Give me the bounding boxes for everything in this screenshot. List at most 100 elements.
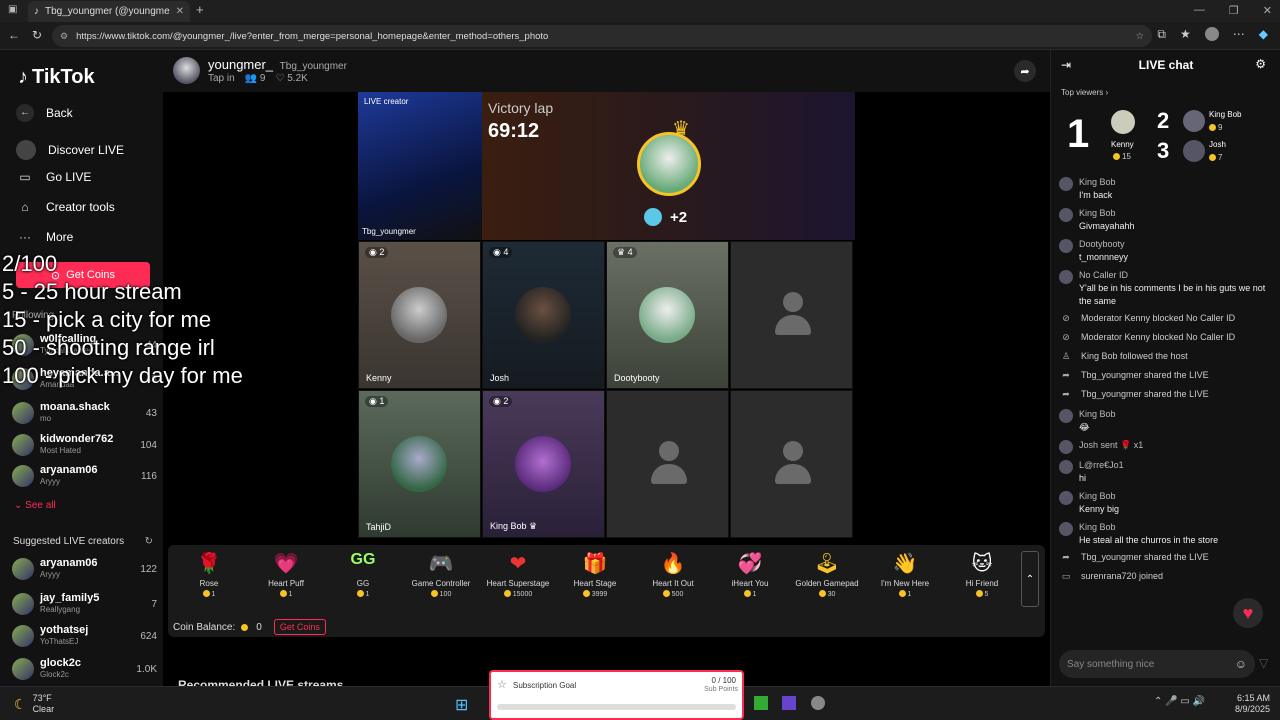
minecraft-icon[interactable] (754, 696, 768, 710)
overlay-line: 5 - 25 hour stream (2, 279, 182, 304)
guest-cell[interactable]: ◉ 2 Kenny (358, 241, 481, 389)
heart-it-out-icon: 🔥 (660, 553, 686, 575)
suggested-item[interactable]: aryanam06 Aryyy 122 (12, 556, 157, 582)
nav-go-live[interactable]: ▭ Go LIVE (16, 170, 91, 184)
chat-message[interactable]: King Bob Kenny big (1059, 490, 1274, 516)
following-item[interactable]: aryanam06 Aryyy 116 (12, 463, 157, 489)
guest-cell[interactable]: ♛ 4 Dootybooty (606, 241, 729, 389)
gift-item[interactable]: 🕹 Golden Gamepad 30 (789, 551, 865, 598)
system-message: ⊘ Moderator Kenny blocked No Caller ID (1059, 332, 1274, 343)
clock[interactable]: 6:15 AM 8/9/2025 (1235, 693, 1270, 715)
nav-discover-live[interactable]: Discover LIVE (16, 140, 124, 160)
gift-item[interactable]: GG GG 1 (325, 551, 401, 598)
site-info-icon[interactable]: ⚙ (60, 31, 68, 42)
copilot-icon[interactable]: ◆ (1259, 27, 1268, 42)
close-window-icon[interactable]: ✕ (1263, 4, 1272, 17)
empty-guest-slot[interactable] (606, 390, 729, 538)
message-text: Y'all be in his comments I be in his gut… (1079, 283, 1266, 306)
gift-item[interactable]: 💞 iHeart You 1 (712, 551, 788, 598)
share-button[interactable]: ➦ (1014, 60, 1036, 82)
gift-price-value: 1 (907, 591, 912, 598)
browser-tab[interactable]: ♪ Tbg_youngmer (@youngmer_... ✕ (28, 1, 190, 22)
refresh-icon[interactable]: ↻ (32, 28, 42, 42)
following-item[interactable]: kidwonder762 Most Hated 104 (12, 432, 157, 458)
app-icon[interactable] (782, 696, 796, 710)
maximize-icon[interactable]: ❐ (1229, 4, 1239, 17)
get-coins-small-button[interactable]: Get Coins (273, 619, 326, 635)
gift-item[interactable]: ❤ Heart Superstage 15000 (480, 551, 556, 598)
tap-in-label[interactable]: Tap in (208, 73, 235, 84)
gift-item[interactable]: 👋 I'm New Here 1 (867, 551, 943, 598)
chat-message[interactable]: King Bob I'm back (1059, 176, 1274, 202)
top-viewer-avatar[interactable] (1111, 110, 1135, 134)
host-name[interactable]: youngmer_ (208, 57, 273, 72)
subscription-goal-widget: ☆ Subscription Goal 0 / 100 Sub Points (489, 670, 744, 720)
chat-settings-icon[interactable]: ⚙ (1255, 57, 1266, 71)
back-arrow-icon[interactable]: ← (8, 28, 20, 42)
emoji-icon[interactable]: ☺ (1235, 657, 1247, 671)
profile-avatar-icon[interactable] (1204, 27, 1219, 41)
gift-item[interactable]: 💗 Heart Puff 1 (248, 551, 324, 598)
gift-item[interactable]: 🎮 Game Controller 100 (403, 551, 479, 598)
see-all-link[interactable]: ⌄ See all (14, 500, 56, 511)
chat-message[interactable]: King Bob He steal all the churros in the … (1059, 521, 1274, 547)
chat-message[interactable]: L@rre€Jo1 hi (1059, 459, 1274, 485)
gift-message[interactable]: Josh sent 🌹 x1 (1059, 439, 1274, 454)
send-icon[interactable]: ▽ (1259, 656, 1268, 670)
gift-price: 1 (867, 590, 943, 598)
chat-message[interactable]: Dootybooty t_monnneyy (1059, 238, 1274, 264)
weather-widget[interactable]: ☾ 73°F Clear (14, 693, 54, 715)
chat-message[interactable]: No Caller ID Y'all be in his comments I b… (1059, 269, 1274, 308)
tiktok-logo[interactable]: ♪ TikTok (18, 66, 95, 89)
system-message: ⊘ Moderator Kenny blocked No Caller ID (1059, 313, 1274, 324)
user-sub: mo (40, 414, 52, 423)
rose-icon: 🌹 (196, 553, 222, 575)
extensions-icon[interactable]: ⧉ (1157, 27, 1166, 42)
chrome-icon[interactable] (811, 696, 825, 710)
url-field[interactable]: ⚙ https://www.tiktok.com/@youngmer_/live… (52, 25, 1152, 47)
top-viewer-avatar[interactable] (1183, 110, 1205, 132)
refresh-suggested-icon[interactable]: ↻ (145, 536, 153, 547)
subscription-title: Subscription Goal (513, 681, 577, 690)
avatar (1059, 440, 1073, 454)
empty-guest-slot[interactable] (730, 241, 853, 389)
system-text: Moderator Kenny blocked No Caller ID (1081, 313, 1236, 323)
gift-price-value: 1 (752, 591, 757, 598)
system-tray-icons[interactable]: ⌃ 🎤 ▭ 🔊 (1154, 696, 1205, 707)
top-viewer-avatar[interactable] (1183, 140, 1205, 162)
suggested-item[interactable]: yothatsej YoThatsEJ 624 (12, 623, 157, 649)
guest-cell[interactable]: ◉ 2 King Bob ♛ (482, 390, 605, 538)
guest-cell[interactable]: ◉ 4 Josh (482, 241, 605, 389)
favorites-icon[interactable]: ★ (1180, 27, 1191, 42)
gift-item[interactable]: 🌹 Rose 1 (171, 551, 247, 598)
empty-guest-slot[interactable] (730, 390, 853, 538)
like-button[interactable]: ♥ (1233, 598, 1263, 628)
windows-start-icon[interactable]: ⊞ (455, 695, 468, 715)
favorite-star-icon[interactable]: ☆ (1135, 31, 1144, 42)
guest-cell[interactable]: ◉ 1 TahjiD (358, 390, 481, 538)
top-viewers-link[interactable]: Top viewers › (1061, 88, 1108, 97)
tab-close-icon[interactable]: ✕ (176, 6, 184, 17)
tab-actions-icon[interactable]: ▣ (8, 4, 17, 15)
settings-more-icon[interactable]: ⋯ (1233, 27, 1245, 42)
host-avatar[interactable] (173, 57, 200, 84)
guest-badge-count: 2 (379, 247, 385, 257)
nav-creator-tools[interactable]: ⌂ Creator tools (16, 200, 114, 214)
following-item[interactable]: moana.shack mo 43 (12, 400, 157, 426)
suggested-item[interactable]: glock2c Glock2c 1.0K (12, 656, 157, 682)
bonus-row: +2 (644, 208, 687, 226)
chat-message[interactable]: King Bob 😂 (1059, 408, 1274, 434)
gift-price-value: 30 (827, 591, 836, 598)
new-tab-icon[interactable]: + (196, 2, 204, 17)
back-button[interactable]: ← Back (16, 104, 73, 122)
nav-more[interactable]: ··· More (16, 230, 73, 244)
chat-message[interactable]: King Bob Givmayahahh (1059, 207, 1274, 233)
expand-gifts-button[interactable]: ⌃ (1021, 551, 1039, 607)
gift-item[interactable]: 🐱 Hi Friend 5 (944, 551, 1020, 598)
gift-item[interactable]: 🎁 Heart Stage 3999 (557, 551, 633, 598)
suggested-item[interactable]: jay_family5 Reallygang 7 (12, 591, 157, 617)
chat-input[interactable]: Say something nice ☺ (1059, 650, 1255, 678)
minimize-icon[interactable]: — (1194, 4, 1205, 17)
gift-item[interactable]: 🔥 Heart It Out 500 (635, 551, 711, 598)
host-video-cell[interactable]: LIVE creator Tbg_youngmer (358, 92, 482, 240)
